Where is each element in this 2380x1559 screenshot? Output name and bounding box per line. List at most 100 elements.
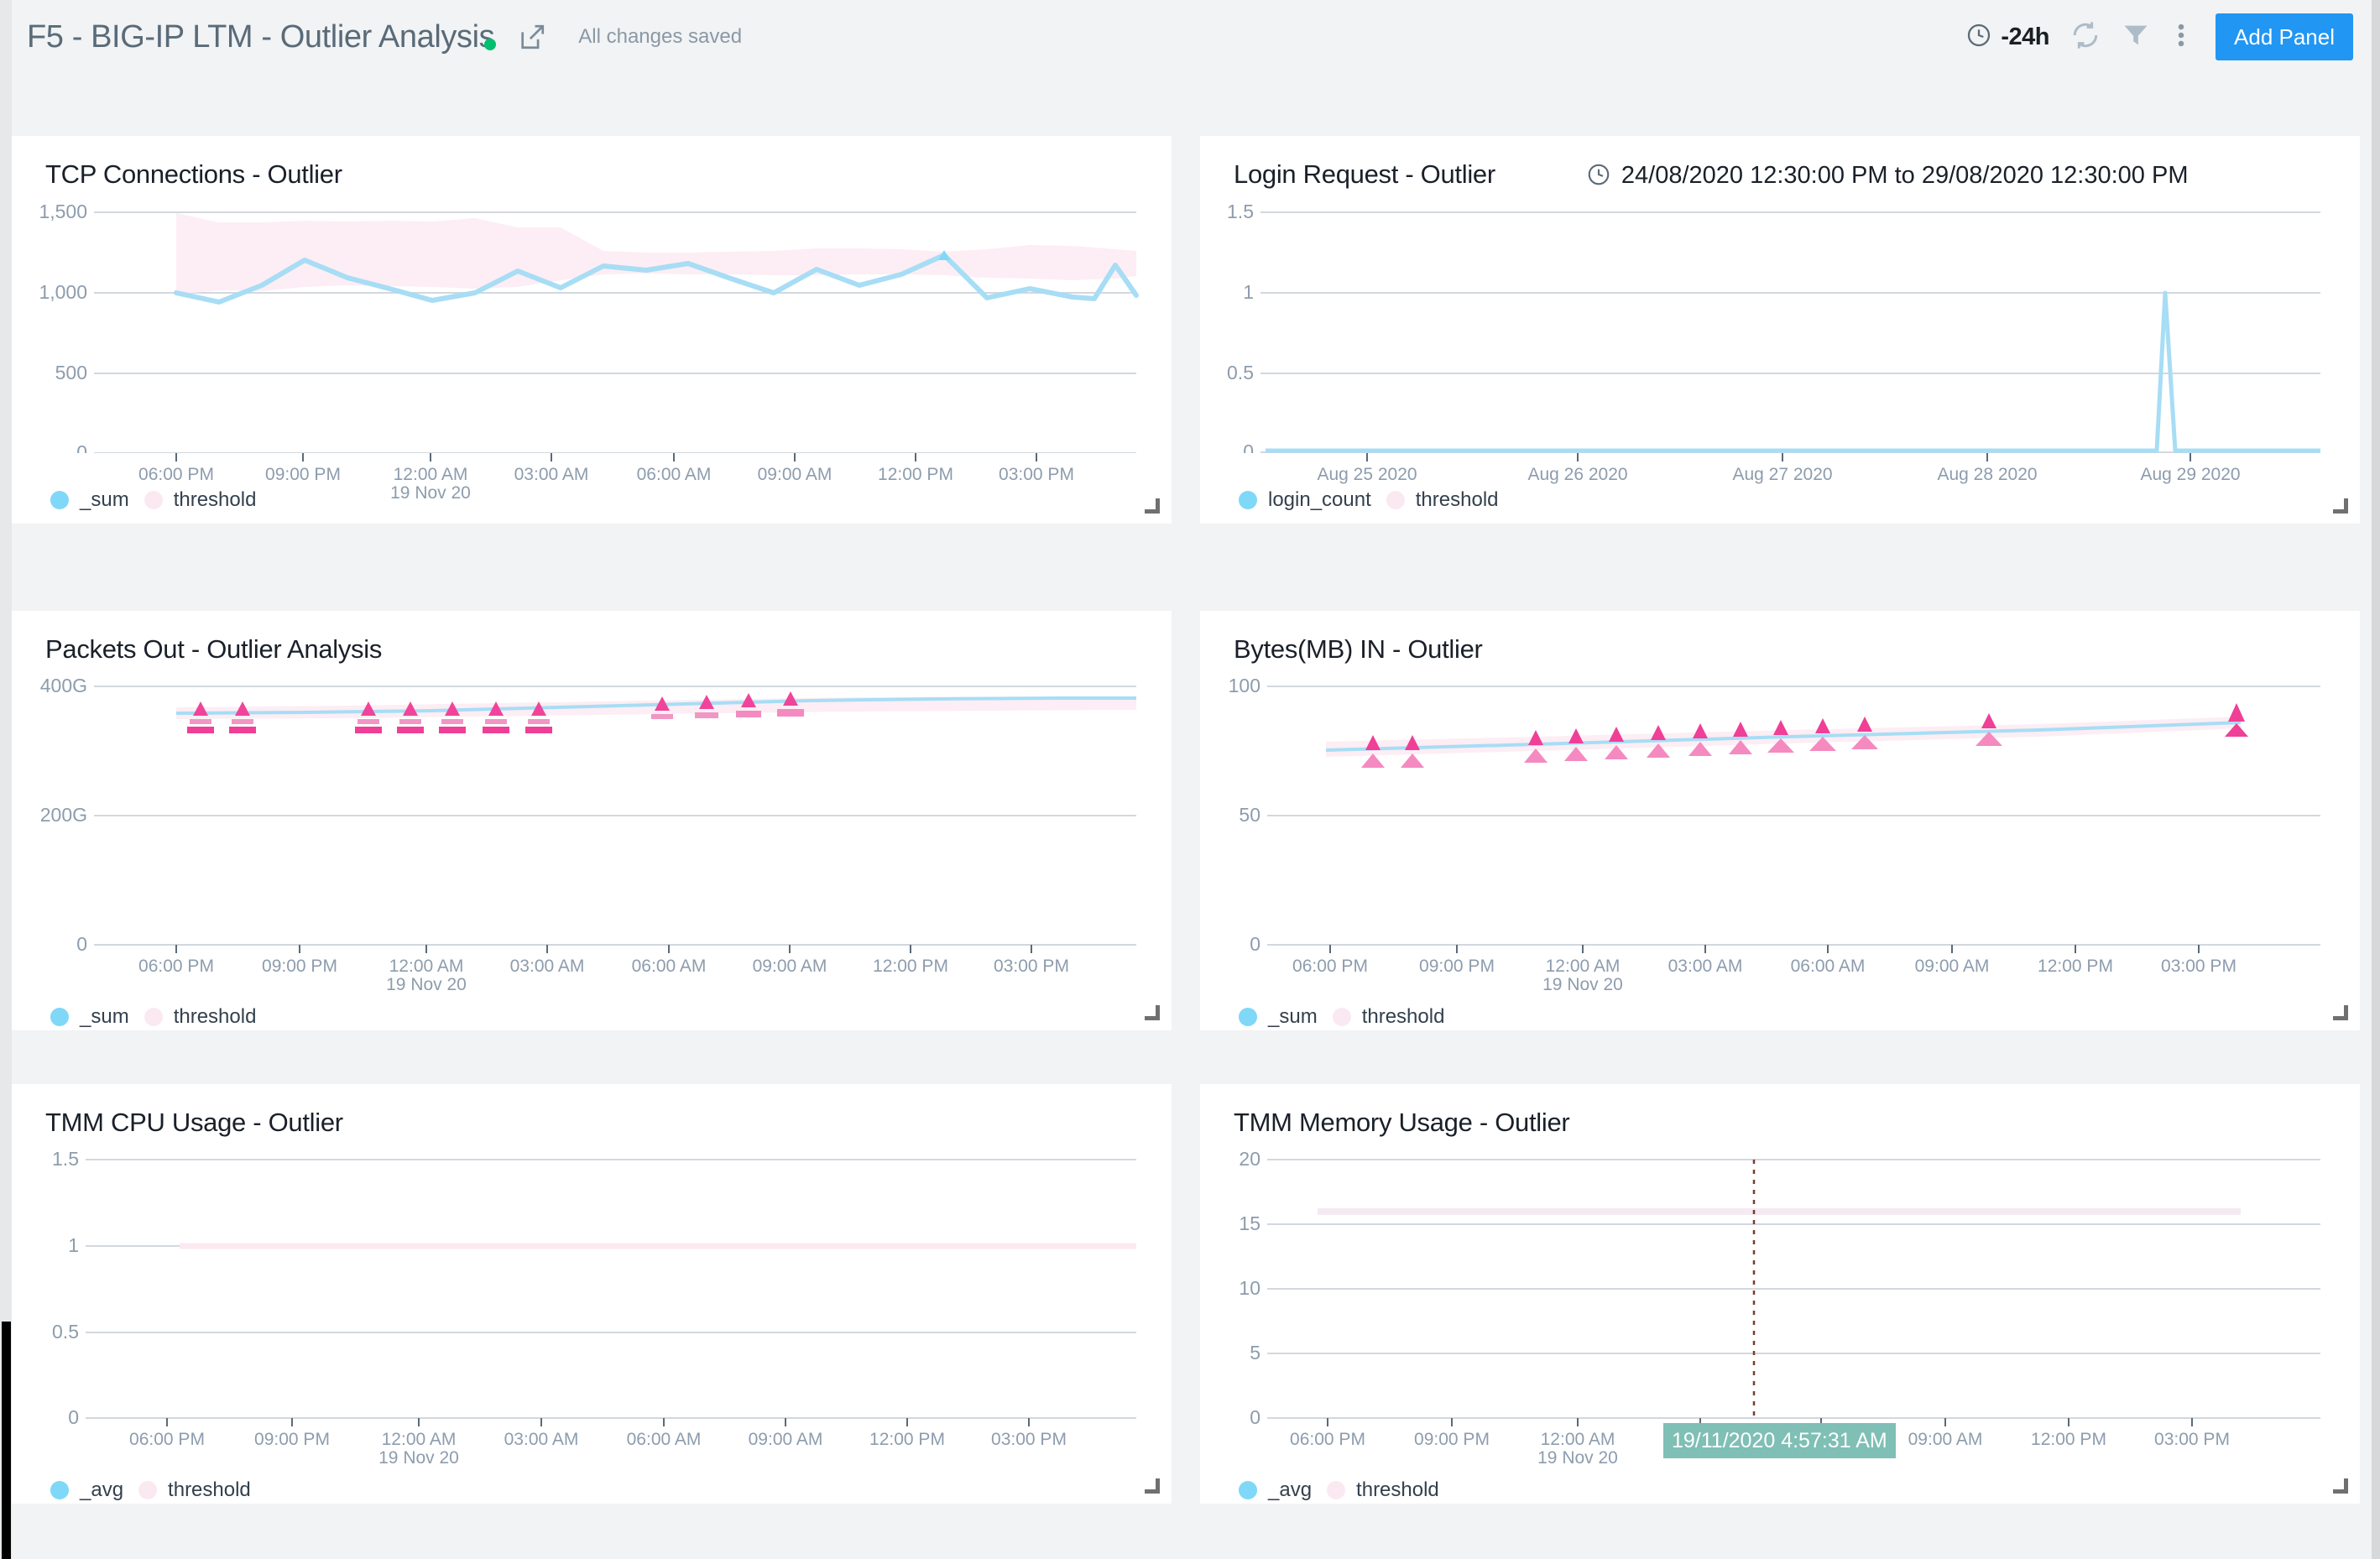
svg-text:12:00 PM: 12:00 PM	[878, 465, 953, 484]
svg-text:12:00 AM: 12:00 AM	[1541, 1430, 1615, 1449]
legend-color-swatch	[144, 491, 163, 509]
chart-legend: _avg threshold	[1200, 1478, 1439, 1502]
legend-label: threshold	[1356, 1478, 1439, 1502]
panel-date-range-text: 24/08/2020 12:30:00 PM to 29/08/2020 12:…	[1621, 162, 2189, 190]
legend-label: _sum	[80, 488, 129, 512]
dashboard-title-group: F5 - BIG-IP LTM - Outlier Analysis All c…	[12, 19, 742, 55]
more-options-button[interactable]	[2160, 13, 2202, 60]
svg-text:06:00 PM: 06:00 PM	[1290, 1430, 1365, 1449]
svg-text:09:00 PM: 09:00 PM	[265, 465, 341, 484]
svg-text:09:00 AM: 09:00 AM	[758, 465, 832, 484]
save-status-text: All changes saved	[578, 25, 742, 49]
left-scrollbar-thumb[interactable]	[2, 1322, 11, 1559]
legend-label: _sum	[1268, 1005, 1318, 1029]
legend-color-swatch	[50, 491, 69, 509]
legend-item[interactable]: threshold	[138, 1478, 251, 1502]
svg-text:20: 20	[1239, 1150, 1260, 1170]
panel-resize-handle[interactable]	[2331, 1477, 2348, 1494]
svg-text:19 Nov 20: 19 Nov 20	[386, 975, 467, 994]
svg-text:06:00 PM: 06:00 PM	[129, 1430, 205, 1449]
panel-tmm-cpu-usage: TMM CPU Usage - Outlier 1.5 1 0.5 0	[12, 1084, 1172, 1504]
panel-header: Packets Out - Outlier Analysis	[12, 611, 1172, 665]
refresh-button[interactable]	[2059, 13, 2111, 60]
svg-text:03:00 PM: 03:00 PM	[2161, 957, 2236, 976]
legend-item[interactable]: _sum	[50, 1005, 129, 1029]
svg-text:1,500: 1,500	[39, 201, 87, 222]
legend-item[interactable]: threshold	[1386, 488, 1499, 512]
svg-text:09:00 AM: 09:00 AM	[749, 1430, 823, 1449]
legend-label: threshold	[174, 488, 257, 512]
crosshair-tooltip: 19/11/2020 4:57:31 AM	[1663, 1423, 1896, 1458]
legend-color-swatch	[1333, 1008, 1351, 1026]
svg-text:1: 1	[68, 1234, 79, 1256]
legend-item[interactable]: _avg	[1239, 1478, 1312, 1502]
chart-bytes-mb-in[interactable]: 100 50 0	[1200, 676, 2360, 962]
panel-resize-handle[interactable]	[2331, 1004, 2348, 1020]
panel-header: TMM CPU Usage - Outlier	[12, 1084, 1172, 1138]
svg-text:03:00 PM: 03:00 PM	[994, 957, 1069, 976]
svg-text:12:00 AM: 12:00 AM	[389, 957, 464, 976]
time-range-picker[interactable]: -24h	[1955, 13, 2059, 60]
x-axis: 06:00 PM 09:00 PM 12:00 AM 19 Nov 20 03:…	[12, 1418, 1172, 1468]
legend-item[interactable]: _sum	[50, 488, 129, 512]
chart-legend: _avg threshold	[12, 1478, 251, 1502]
right-scrollbar-track[interactable]	[2372, 0, 2380, 1559]
more-vertical-icon	[2170, 21, 2192, 54]
legend-color-swatch	[1327, 1481, 1345, 1499]
chart-tmm-cpu-usage[interactable]: 1.5 1 0.5 0 06:00 PM 0	[12, 1150, 1172, 1435]
legend-item[interactable]: threshold	[144, 1005, 257, 1029]
x-axis: 06:00 PM 09:00 PM 12:00 AM 19 Nov 20 03:…	[12, 945, 1172, 995]
chart-login-request[interactable]: 1.5 1 0.5 0 Aug 25 2020 Aug 26 2020 Aug …	[1200, 201, 2360, 453]
svg-text:09:00 AM: 09:00 AM	[753, 957, 827, 976]
add-panel-button[interactable]: Add Panel	[2216, 13, 2353, 60]
chart-legend: _sum threshold	[12, 1005, 256, 1029]
panel-resize-handle[interactable]	[2331, 497, 2348, 514]
legend-label: threshold	[168, 1478, 251, 1502]
svg-text:06:00 AM: 06:00 AM	[637, 465, 712, 484]
legend-item[interactable]: threshold	[144, 488, 257, 512]
crosshair-tooltip-text: 19/11/2020 4:57:31 AM	[1672, 1429, 1887, 1453]
chart-tcp-connections[interactable]: 1,500 1,000 500 0	[12, 201, 1172, 453]
share-icon[interactable]	[518, 23, 546, 51]
svg-text:50: 50	[1239, 804, 1260, 826]
chart-tmm-memory-usage[interactable]: 20 15 10 5 0	[1200, 1150, 2360, 1435]
svg-text:09:00 PM: 09:00 PM	[1419, 957, 1495, 976]
legend-item[interactable]: threshold	[1333, 1005, 1445, 1029]
left-scrollbar-track[interactable]	[0, 0, 12, 1559]
panel-packets-out: Packets Out - Outlier Analysis 400G 200G…	[12, 611, 1172, 1030]
panel-resize-handle[interactable]	[1143, 1477, 1160, 1494]
panel-title: Login Request - Outlier	[1234, 159, 1495, 190]
svg-text:12:00 AM: 12:00 AM	[1546, 957, 1621, 976]
svg-text:06:00 AM: 06:00 AM	[632, 957, 707, 976]
panel-tcp-connections: TCP Connections - Outlier 1,500 1,000 50…	[12, 136, 1172, 524]
svg-text:03:00 AM: 03:00 AM	[510, 957, 585, 976]
svg-text:12:00 AM: 12:00 AM	[394, 465, 468, 484]
panel-resize-handle[interactable]	[1143, 497, 1160, 514]
svg-text:15: 15	[1239, 1212, 1260, 1234]
legend-color-swatch	[1386, 491, 1405, 509]
svg-text:0.5: 0.5	[1227, 362, 1254, 383]
unsaved-indicator-dot	[484, 39, 496, 50]
legend-item[interactable]: _sum	[1239, 1005, 1318, 1029]
panel-date-range[interactable]: 24/08/2020 12:30:00 PM to 29/08/2020 12:…	[1586, 162, 2189, 190]
chart-packets-out[interactable]: 400G 200G 0	[12, 676, 1172, 962]
legend-label: threshold	[1416, 488, 1499, 512]
panel-resize-handle[interactable]	[1143, 1004, 1160, 1020]
panel-header: Bytes(MB) IN - Outlier	[1200, 611, 2360, 665]
legend-item[interactable]: threshold	[1327, 1478, 1439, 1502]
svg-text:12:00 PM: 12:00 PM	[869, 1430, 945, 1449]
chart-legend: _sum threshold	[1200, 1005, 1444, 1029]
legend-item[interactable]: _avg	[50, 1478, 123, 1502]
filter-button[interactable]	[2111, 13, 2160, 60]
legend-label: _sum	[80, 1005, 129, 1029]
page-title[interactable]: F5 - BIG-IP LTM - Outlier Analysis	[27, 19, 494, 55]
legend-item[interactable]: login_count	[1239, 488, 1371, 512]
svg-text:1.5: 1.5	[52, 1150, 79, 1170]
svg-text:12:00 PM: 12:00 PM	[873, 957, 948, 976]
svg-text:06:00 AM: 06:00 AM	[1791, 957, 1866, 976]
clock-icon	[1586, 162, 1611, 190]
svg-text:09:00 AM: 09:00 AM	[1908, 1430, 1983, 1449]
time-range-label: -24h	[2001, 23, 2049, 51]
refresh-icon	[2070, 20, 2101, 55]
svg-text:200G: 200G	[40, 804, 87, 826]
